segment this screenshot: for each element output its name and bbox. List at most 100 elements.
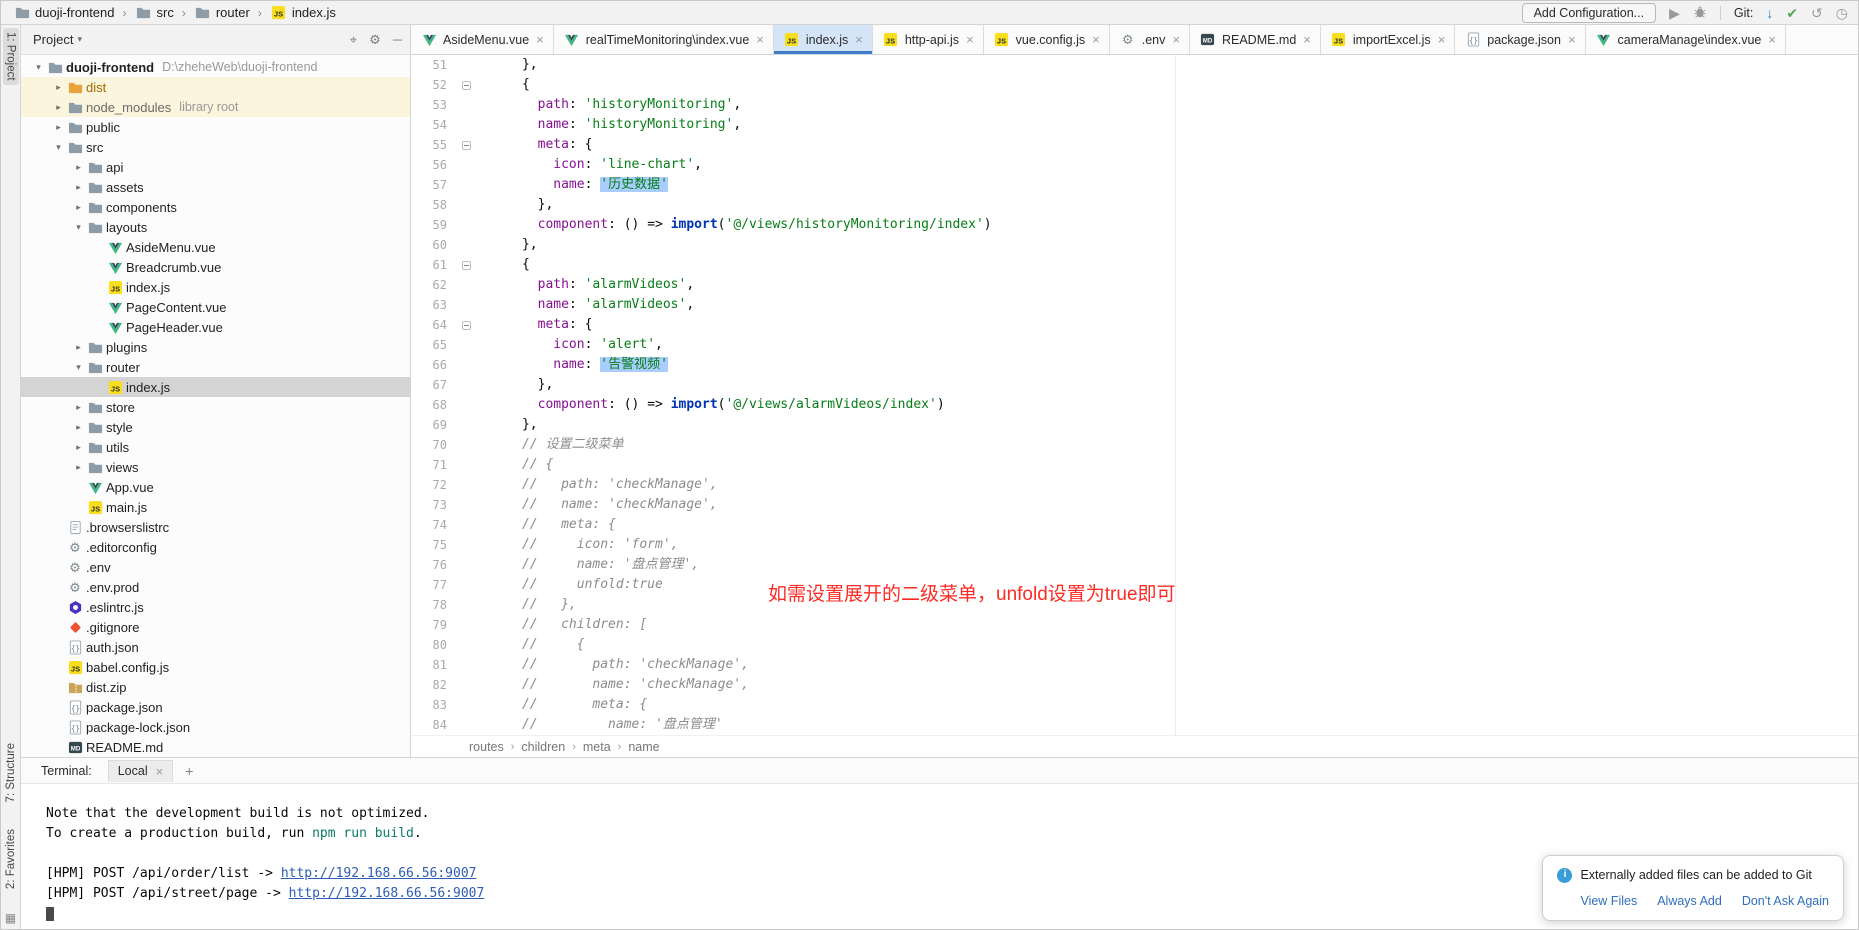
close-icon[interactable]: × [1172, 32, 1180, 47]
project-tool-button[interactable]: 1: Project [3, 28, 19, 85]
tree-item[interactable]: ▸views [21, 457, 410, 477]
tree-item[interactable]: ▸api [21, 157, 410, 177]
notification-action-link[interactable]: Don't Ask Again [1742, 891, 1829, 911]
tree-item[interactable]: ▾layouts [21, 217, 410, 237]
notification-action-link[interactable]: View Files [1580, 891, 1637, 911]
chevron-down-icon[interactable]: ▾ [71, 222, 86, 233]
tree-item[interactable]: dist.zip [21, 677, 410, 697]
tree-item[interactable]: ⚙.env [21, 557, 410, 577]
chevron-right-icon[interactable]: ▸ [71, 162, 86, 173]
editor-breadcrumb-item[interactable]: children [521, 740, 565, 754]
tree-item[interactable]: JSindex.js [21, 277, 410, 297]
locate-file-icon[interactable]: ⌖ [350, 32, 357, 48]
tree-item[interactable]: ▸plugins [21, 337, 410, 357]
breadcrumb-item[interactable]: router [194, 5, 250, 20]
editor-tab[interactable]: JShttp-api.js× [873, 25, 984, 54]
tree-item[interactable]: .eslintrc.js [21, 597, 410, 617]
debug-icon[interactable] [1693, 5, 1707, 21]
editor-breadcrumb-item[interactable]: routes [469, 740, 504, 754]
tree-item[interactable]: PageContent.vue [21, 297, 410, 317]
fold-icon[interactable] [457, 81, 475, 90]
tree-item[interactable]: {}auth.json [21, 637, 410, 657]
git-commit-icon[interactable]: ✔ [1786, 6, 1798, 20]
tree-item[interactable]: {}package-lock.json [21, 717, 410, 737]
add-configuration-button[interactable]: Add Configuration... [1522, 3, 1657, 23]
tree-item[interactable]: ▸store [21, 397, 410, 417]
gear-icon[interactable]: ⚙ [369, 32, 381, 48]
breadcrumb-item[interactable]: duoji-frontend [13, 5, 115, 20]
chevron-right-icon[interactable]: ▸ [71, 442, 86, 453]
tree-item[interactable]: PageHeader.vue [21, 317, 410, 337]
tree-item[interactable]: App.vue [21, 477, 410, 497]
editor-tab[interactable]: JSimportExcel.js× [1321, 25, 1455, 54]
chevron-down-icon[interactable]: ▾ [31, 62, 46, 73]
tree-item[interactable]: ▸assets [21, 177, 410, 197]
tree-item[interactable]: .gitignore [21, 617, 410, 637]
close-icon[interactable]: × [1568, 32, 1576, 47]
editor-tab[interactable]: cameraManage\index.vue× [1586, 25, 1786, 54]
editor-tab[interactable]: ⚙.env× [1110, 25, 1190, 54]
tree-item[interactable]: {}package.json [21, 697, 410, 717]
tree-item[interactable]: ▸style [21, 417, 410, 437]
close-icon[interactable]: × [1768, 32, 1776, 47]
notification-action-link[interactable]: Always Add [1657, 891, 1722, 911]
chevron-right-icon[interactable]: ▸ [71, 422, 86, 433]
fold-icon[interactable] [457, 321, 475, 330]
chevron-down-icon[interactable]: ▾ [51, 142, 66, 153]
terminal-output[interactable]: Note that the development build is not o… [21, 784, 1858, 929]
breadcrumb-item[interactable]: src [135, 5, 174, 20]
editor-tab[interactable]: JSindex.js× [774, 25, 873, 54]
fold-icon[interactable] [457, 141, 475, 150]
editor-tab[interactable]: {}package.json× [1455, 25, 1585, 54]
tree-item[interactable]: ▾src [21, 137, 410, 157]
close-icon[interactable]: × [855, 32, 863, 47]
chevron-right-icon[interactable]: ▸ [71, 342, 86, 353]
close-icon[interactable]: × [1438, 32, 1446, 47]
close-icon[interactable]: × [536, 32, 544, 47]
terminal-link[interactable]: http://192.168.66.56:9007 [289, 886, 485, 901]
favorites-tool-button[interactable]: 2: Favorites [3, 825, 19, 893]
tree-item[interactable]: ▸public [21, 117, 410, 137]
tree-item[interactable]: AsideMenu.vue [21, 237, 410, 257]
chevron-right-icon[interactable]: ▸ [71, 202, 86, 213]
tool-windows-switcher-icon[interactable]: ▦ [5, 911, 16, 925]
close-icon[interactable]: × [1303, 32, 1311, 47]
close-icon[interactable]: × [966, 32, 974, 47]
hide-panel-icon[interactable]: ─ [393, 32, 402, 47]
breadcrumb-item[interactable]: JSindex.js [270, 5, 336, 20]
history-icon[interactable]: ◷ [1836, 6, 1848, 20]
project-view-selector[interactable]: Project ▾ [33, 32, 82, 47]
tree-item[interactable]: ⚙.editorconfig [21, 537, 410, 557]
terminal-link[interactable]: http://192.168.66.56:9007 [281, 866, 477, 881]
tree-item[interactable]: .browserslistrc [21, 517, 410, 537]
structure-tool-button[interactable]: 7: Structure [3, 739, 19, 806]
editor[interactable]: 51 },52 {53 path: 'historyMonitoring',54… [411, 55, 1858, 735]
chevron-right-icon[interactable]: ▸ [71, 462, 86, 473]
tree-item[interactable]: ▸node_moduleslibrary root [21, 97, 410, 117]
tree-item[interactable]: JSbabel.config.js [21, 657, 410, 677]
chevron-right-icon[interactable]: ▸ [71, 182, 86, 193]
chevron-right-icon[interactable]: ▸ [51, 102, 66, 113]
tree-item[interactable]: JSmain.js [21, 497, 410, 517]
chevron-right-icon[interactable]: ▸ [71, 402, 86, 413]
close-icon[interactable]: × [156, 764, 164, 779]
run-icon[interactable]: ▶ [1669, 6, 1680, 20]
fold-icon[interactable] [457, 261, 475, 270]
editor-tab[interactable]: AsideMenu.vue× [411, 25, 554, 54]
chevron-right-icon[interactable]: ▸ [51, 122, 66, 133]
tree-item[interactable]: ▸dist [21, 77, 410, 97]
editor-breadcrumb-item[interactable]: name [628, 740, 659, 754]
git-update-icon[interactable]: ↓ [1766, 6, 1773, 20]
editor-tab[interactable]: JSvue.config.js× [984, 25, 1110, 54]
chevron-right-icon[interactable]: ▸ [51, 82, 66, 93]
editor-breadcrumb-item[interactable]: meta [583, 740, 611, 754]
tree-item[interactable]: MDREADME.md [21, 737, 410, 757]
tree-item[interactable]: ▾router [21, 357, 410, 377]
tree-item[interactable]: ⚙.env.prod [21, 577, 410, 597]
tree-item[interactable]: ▾duoji-frontendD:\zheheWeb\duoji-fronten… [21, 57, 410, 77]
close-icon[interactable]: × [1092, 32, 1100, 47]
editor-tab[interactable]: realTimeMonitoring\index.vue× [554, 25, 774, 54]
close-icon[interactable]: × [756, 32, 764, 47]
chevron-down-icon[interactable]: ▾ [71, 362, 86, 373]
git-revert-icon[interactable]: ↺ [1811, 6, 1823, 20]
